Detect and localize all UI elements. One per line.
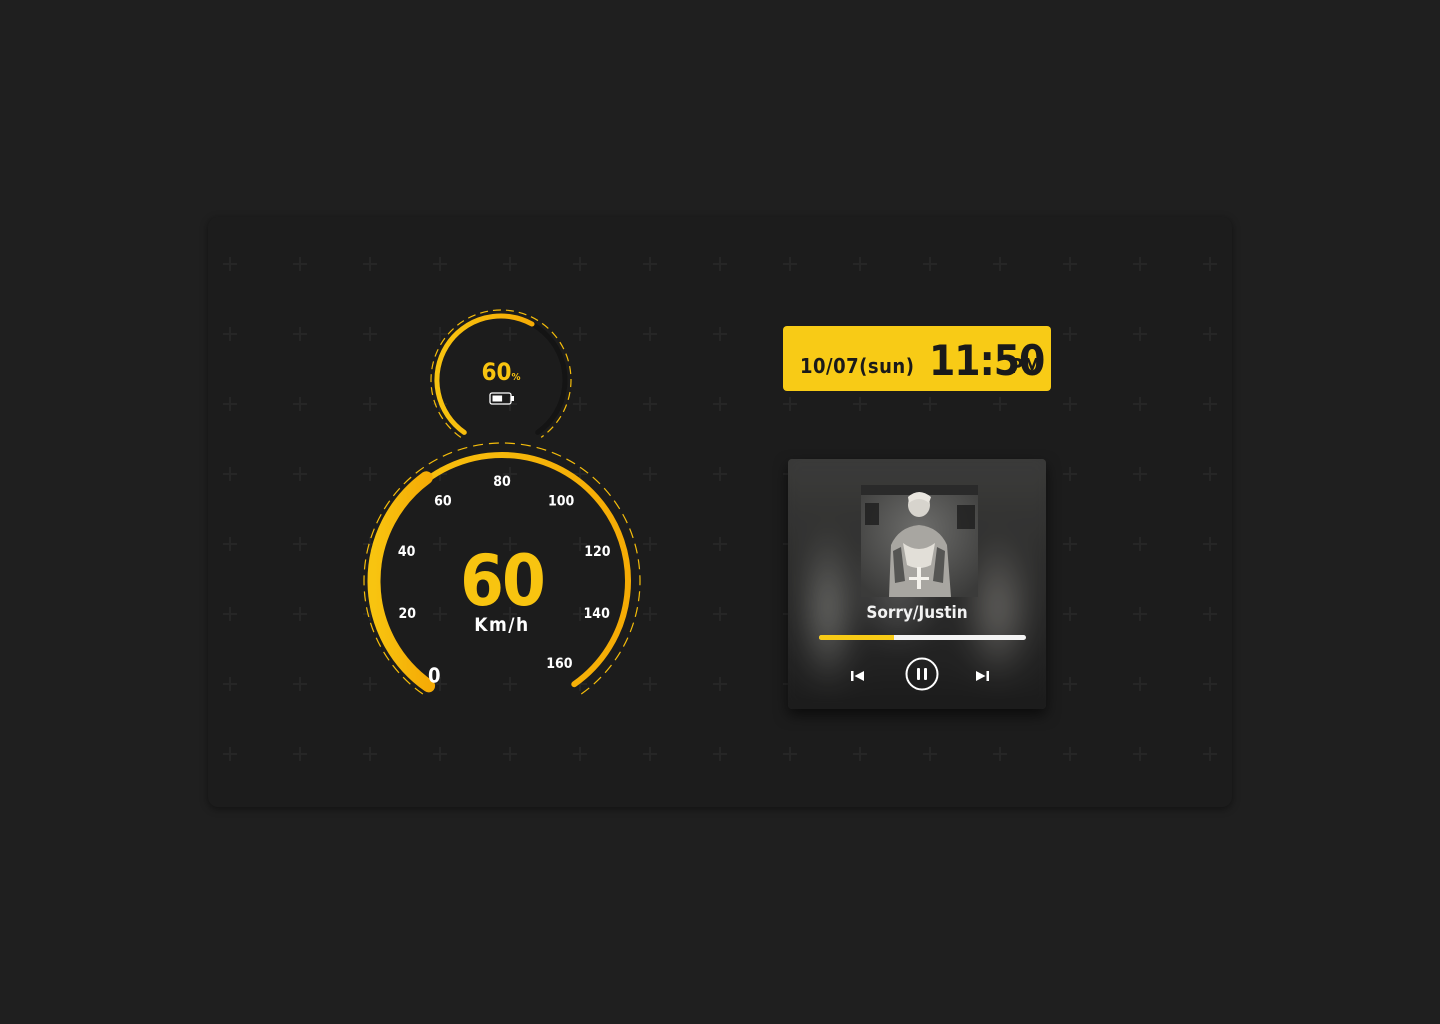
speed-tick-120: 120: [584, 544, 611, 560]
music-player: Sorry/Justin: [788, 459, 1046, 709]
album-cover: [861, 485, 978, 597]
speed-tick-40: 40: [398, 544, 416, 560]
speedometer: 0 20 40 60 80 100 120 140 160 60 Km/h: [363, 442, 641, 695]
speed-tick-140: 140: [584, 606, 611, 622]
speed-tick-100: 100: [548, 493, 575, 509]
date-label: 10/07(sun): [800, 354, 915, 378]
progress-fill: [819, 635, 894, 640]
gauges: 60% 0 20 40 60 80 100 120 140 160 60 Km/h: [363, 309, 641, 695]
clock-widget: 10/07(sun) 11:50 PM: [783, 326, 1051, 391]
pause-button[interactable]: [905, 657, 939, 691]
speed-unit: Km/h: [474, 614, 529, 636]
pause-icon: [905, 657, 939, 691]
dashboard-panel: 60% 0 20 40 60 80 100 120 140 160 60 Km/h 10/07(…: [208, 217, 1232, 807]
speed-tick-80: 80: [493, 474, 511, 490]
speed-value: 60: [460, 540, 544, 622]
song-title: Sorry/Justin: [866, 603, 968, 623]
speedometer-value-arc: [367, 471, 436, 693]
speed-tick-0: 0: [428, 664, 441, 688]
next-button[interactable]: [974, 668, 990, 682]
battery-icon: [489, 392, 514, 405]
ampm-label: PM: [1010, 354, 1042, 378]
speed-tick-60: 60: [434, 493, 452, 509]
previous-button[interactable]: [850, 668, 866, 682]
speed-tick-20: 20: [399, 606, 417, 622]
battery-level: 60%: [481, 358, 520, 386]
skip-previous-icon: [851, 671, 864, 681]
progress-bar[interactable]: [819, 635, 1026, 640]
speed-tick-160: 160: [546, 656, 573, 672]
battery-gauge: 60%: [430, 309, 572, 438]
skip-next-icon: [976, 671, 989, 681]
